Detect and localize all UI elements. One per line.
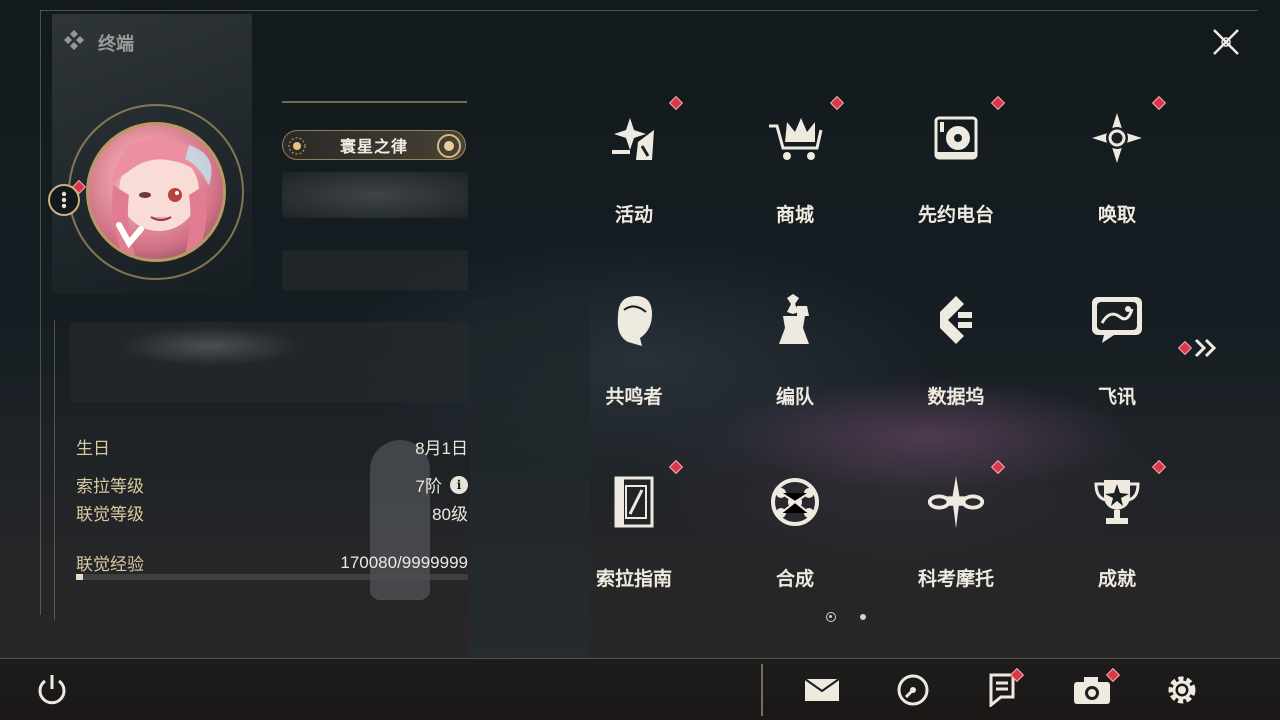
notification-badge [1151,95,1167,111]
left-frame-line [40,10,41,615]
next-page-badge [1177,340,1193,356]
tile-synthesis[interactable]: 合成 [715,452,875,602]
chess-team-icon [765,290,825,350]
page-dot[interactable] [860,614,866,620]
stat-union-exp: 联觉经验 170080/9999999 [76,552,468,575]
player-id-blurred [282,250,468,290]
terminal-diamond-icon [62,28,86,57]
tile-convene[interactable]: 唤取 [1037,88,1197,238]
notification-badge [990,459,1006,475]
settings-gear-icon [1168,676,1196,704]
activity-icon [604,108,664,168]
tile-resonators[interactable]: 共鸣者 [554,270,714,420]
bottom-divider [761,664,763,716]
tile-radio[interactable]: 先约电台 [876,88,1036,238]
tile-guide[interactable]: 索拉指南 [554,452,714,602]
stat-union-level: 联觉等级 80级 [76,505,468,524]
resonator-head-icon [604,290,664,350]
trophy-icon [1087,472,1147,532]
more-dots-icon [61,191,67,209]
page-indicator [826,612,866,622]
double-chevron-right-icon [1194,338,1217,358]
synthesis-icon [765,472,825,532]
power-button[interactable] [32,670,72,710]
tile-motorcycle[interactable]: 科考摩托 [876,452,1036,602]
terminal-header: 终端 [62,28,134,57]
clock-button[interactable] [893,670,933,710]
title-badge-sun-icon [287,136,307,161]
function-grid: 活动 商城 先约电台 唤取 共鸣者 编队 数据坞 飞讯 索拉指南 合成 科考摩托… [554,88,1200,608]
page-title: 终端 [98,33,134,54]
shop-cart-icon [765,108,825,168]
notification-badge [829,95,845,111]
panel-top-border [40,10,1258,76]
tile-activity[interactable]: 活动 [554,88,714,238]
exp-progress-bar [76,574,468,580]
tile-achievements[interactable]: 成就 [1037,452,1197,602]
left-inner-line [54,320,55,620]
page-dot-active[interactable] [826,612,836,622]
camera-icon [1074,677,1110,704]
notification-badge [668,459,684,475]
camera-button[interactable] [1072,667,1121,710]
notification-badge [990,95,1006,111]
mail-icon [804,678,840,701]
profile-avatar-area [48,84,268,314]
notice-button[interactable] [982,667,1025,710]
motorcycle-icon [926,472,986,532]
chat-message-icon [1087,290,1147,350]
avatar-portrait [111,138,212,255]
badge-divider [282,101,467,103]
guide-book-icon [604,472,664,532]
title-badge-text: 寰星之律 [339,139,408,156]
info-icon[interactable]: i [450,475,468,494]
tile-team[interactable]: 编队 [715,270,875,420]
sol-level-value: 7阶 [415,477,442,496]
stat-birthday: 生日 8月1日 [76,439,468,458]
settings-button[interactable] [1162,670,1202,710]
next-page-button[interactable] [1177,338,1218,358]
close-button[interactable] [1206,24,1246,60]
notification-badge [1151,459,1167,475]
tile-shop[interactable]: 商城 [715,88,875,238]
player-name-blurred [282,172,468,218]
mail-button[interactable] [802,670,842,710]
data-bank-icon [926,290,986,350]
close-icon [1213,29,1239,55]
radio-icon [926,108,986,168]
power-icon [38,675,66,705]
title-badge-orb-icon [435,132,463,165]
notification-badge [668,95,684,111]
exp-progress-fill [76,574,83,580]
title-badge[interactable]: 寰星之律 [282,130,466,160]
more-options-button[interactable] [48,184,80,216]
convene-star-icon [1087,108,1147,168]
avatar[interactable] [86,122,226,262]
player-signature-blurred [70,322,468,402]
tile-data-bank[interactable]: 数据坞 [876,270,1036,420]
stat-sol-level: 索拉等级 7阶 i [76,472,468,497]
tile-messages[interactable]: 飞讯 [1037,270,1197,420]
clock-icon [897,674,929,706]
